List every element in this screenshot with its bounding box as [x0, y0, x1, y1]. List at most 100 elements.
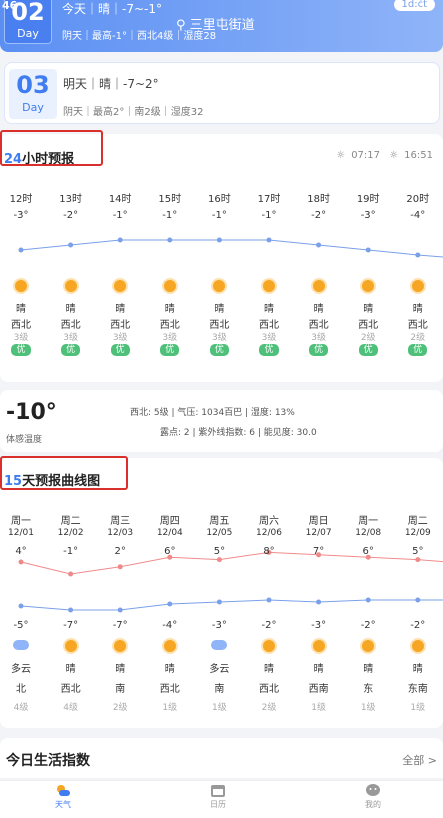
- forecast-condition: 晴: [363, 664, 374, 675]
- hour-wind-dir: 西北: [11, 320, 31, 331]
- forecast-day[interactable]: 周四 12/04 6° -4° 晴西北 1级: [150, 512, 190, 713]
- tomorrow-day-number: 03: [16, 71, 50, 99]
- forecast-day[interactable]: 周日 12/07 7° -3° 晴西南 1级: [299, 512, 339, 713]
- forecast-date: 12/03: [107, 528, 134, 538]
- tomorrow-day-label: Day: [22, 101, 44, 114]
- hour-wind-level: 2级: [410, 333, 426, 343]
- hourly-item: 12时 -3° 晴西北 3级优: [1, 190, 41, 356]
- partly-cloudy-icon: [13, 635, 29, 650]
- forecast-weekday: 周二: [407, 516, 428, 527]
- forecast-wind-level: 2级: [112, 703, 128, 713]
- hourly-item: 19时 -3° 晴西北 2级优: [348, 190, 388, 356]
- current-details-2: 露点: 2 | 紫外线指数: 6 | 能见度: 30.0: [160, 428, 317, 438]
- forecast-date: 12/06: [256, 528, 282, 538]
- sun-icon: [64, 280, 77, 292]
- hour-condition: 晴: [412, 304, 423, 315]
- forecast-wind-level: 1级: [311, 703, 326, 713]
- hour-wind-dir: 西北: [259, 320, 279, 331]
- hour-time: 16时: [208, 194, 231, 205]
- forecast-weekday: 周二: [60, 516, 81, 527]
- hour-wind-level: 3级: [112, 333, 128, 343]
- hour-time: 17时: [257, 194, 281, 205]
- hour-wind-dir: 西北: [407, 320, 428, 331]
- forecast-high: 8°: [263, 546, 275, 557]
- forecast-date: 12/08: [355, 528, 382, 538]
- sun-icon: [411, 640, 424, 652]
- forecast-day[interactable]: 周一 12/08 6° -2° 晴东 1级: [348, 512, 388, 713]
- forecast-day[interactable]: 周六 12/06 8° -2° 晴西北 2级: [249, 512, 289, 713]
- forecast-date: 12/07: [305, 528, 332, 538]
- hour-time: 19时: [356, 194, 380, 205]
- forecast-high: -1°: [63, 546, 79, 557]
- forecast-day[interactable]: 周二 12/02 -1° -7° 晴西北 4级: [51, 512, 91, 713]
- sun-icon: [64, 640, 77, 652]
- hour-temp: -3°: [13, 210, 29, 221]
- forecast-high: 2°: [114, 546, 126, 557]
- weather-icon: [57, 785, 70, 796]
- feels-like-label: 体感温度: [6, 435, 43, 445]
- air-quality-badge: 优: [160, 344, 180, 356]
- forecast-high: 6°: [164, 546, 176, 557]
- tab-profile[interactable]: 我的: [343, 783, 403, 810]
- air-quality-badge: 优: [11, 344, 31, 356]
- today-badge[interactable]: 1d:ċṫ: [393, 0, 435, 11]
- fifteen-day-forecast-card: 15天预报曲线图 周一 12/01 4° -5° 多云北 4级 周二 12/02 -1° -7° 晴…: [0, 456, 443, 728]
- forecast-low: -3°: [311, 620, 327, 631]
- forecast-low: -2°: [410, 620, 426, 631]
- hour-wind-dir: 西北: [209, 320, 230, 331]
- tab-calendar[interactable]: 日历: [188, 783, 248, 810]
- forecast-weekday: 周一: [11, 516, 31, 527]
- forecast-high: 4°: [15, 546, 27, 557]
- hour-wind-level: 2级: [360, 333, 376, 343]
- air-quality-badge: 优: [61, 344, 81, 356]
- forecast-day[interactable]: 周一 12/01 4° -5° 多云北 4级: [1, 512, 41, 713]
- today-summary: 今天｜晴｜-7~-1°: [62, 2, 162, 16]
- forecast-condition: 晴: [264, 664, 274, 675]
- hour-time: 20时: [406, 194, 430, 205]
- forecast-day[interactable]: 周五 12/05 5° -3° 多云南 1级: [199, 512, 239, 713]
- sun-icon: [15, 280, 27, 292]
- hour-temp: -2°: [63, 210, 79, 221]
- current-conditions-card: -10° 体感温度 西北: 5级 | 气压: 1034百巴 | 湿度: 13% …: [0, 390, 443, 452]
- sun-icon: [263, 280, 275, 292]
- forecast-date: 12/05: [206, 528, 233, 538]
- forecast-day[interactable]: 周三 12/03 2° -7° 晴南 2级: [100, 512, 140, 713]
- forecast-condition: 晴: [412, 664, 423, 675]
- forecast-high: 5°: [213, 546, 226, 557]
- hour-time: 18时: [307, 194, 330, 205]
- forecast-low: -7°: [63, 620, 79, 631]
- forecast-day[interactable]: 周二 12/09 5° -2° 晴东南 1级: [398, 512, 438, 713]
- tab-label: 日历: [210, 800, 226, 809]
- profile-icon: [366, 784, 380, 796]
- hour-temp: -2°: [311, 210, 327, 221]
- hourly-item: 20时 -4° 晴西北 2级优: [398, 190, 438, 356]
- forecast-low: -7°: [112, 620, 128, 631]
- hour-condition: 晴: [65, 304, 76, 315]
- forecast-wind-level: 1级: [410, 703, 426, 713]
- forecast-condition: 晴: [115, 664, 126, 675]
- air-quality-badge: 优: [209, 344, 229, 356]
- tomorrow-card[interactable]: 03 Day 明天｜晴｜-7~2° 阴天｜最高2°｜南2级｜湿度32: [4, 62, 440, 124]
- hourly-item: 16时 -1° 晴西北 3级优: [199, 190, 239, 356]
- hour-time: 13时: [59, 194, 82, 205]
- air-quality-badge: 优: [309, 344, 329, 356]
- hour-condition: 晴: [264, 304, 274, 315]
- hour-condition: 晴: [363, 304, 374, 315]
- hour-condition: 晴: [313, 304, 324, 315]
- forecast-wind-dir: 西北: [60, 684, 81, 695]
- forecast-wind-level: 4级: [63, 703, 78, 713]
- life-index-card: 今日生活指数 全部 >: [0, 738, 443, 778]
- hour-wind-level: 3级: [261, 333, 277, 343]
- hourly-item: 17时 -1° 晴西北 3级优: [249, 190, 289, 356]
- view-all-link[interactable]: 全部 >: [402, 752, 437, 768]
- tab-label: 天气: [55, 800, 71, 809]
- sun-icon: [312, 640, 325, 652]
- hourly-item: 15时 -1° 晴西北 3级优: [150, 190, 190, 356]
- forecast-wind-dir: 西南: [308, 684, 329, 695]
- today-card[interactable]: 02 Day 46 今天｜晴｜-7~-1° ⚲ 三里屯街道 阴天｜最高-1°｜西…: [0, 0, 443, 52]
- hour-wind-dir: 西北: [159, 320, 180, 331]
- hourly-item: 18时 -2° 晴西北 3级优: [299, 190, 339, 356]
- sun-icon: [362, 280, 375, 292]
- forecast-condition: 多云: [209, 664, 230, 675]
- tab-weather[interactable]: 天气: [33, 783, 93, 810]
